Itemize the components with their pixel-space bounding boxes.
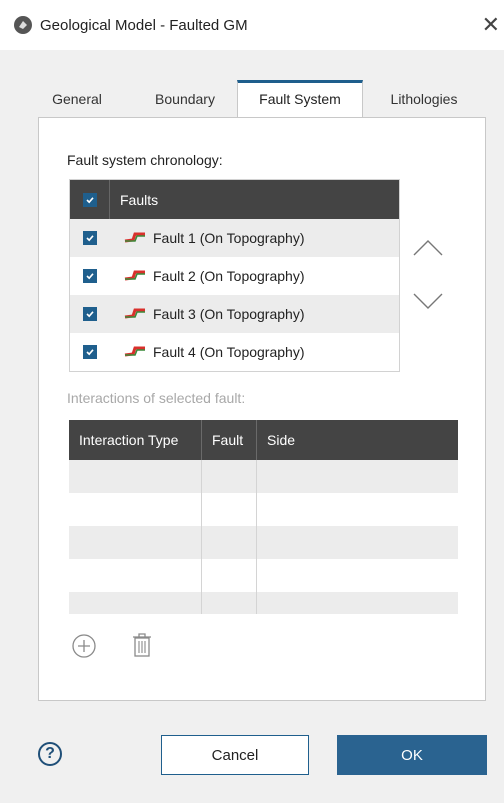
fault-row[interactable]: Fault 1 (On Topography) (70, 219, 399, 257)
interactions-label: Interactions of selected fault: (67, 390, 246, 406)
fault-row[interactable]: Fault 3 (On Topography) (70, 295, 399, 333)
table-row (69, 460, 458, 493)
fault-checkbox[interactable] (82, 269, 97, 283)
fault-chronology-label: Fault system chronology: (67, 152, 223, 168)
cancel-button[interactable]: Cancel (161, 735, 309, 775)
tab-general[interactable]: General (38, 80, 116, 116)
fault-row[interactable]: Fault 4 (On Topography) (70, 333, 399, 371)
tab-lithologies[interactable]: Lithologies (363, 80, 485, 116)
tab-bar: General Boundary Fault System Lithologie… (38, 80, 486, 118)
faults-column-header: Faults (120, 191, 159, 208)
fault-name: Fault 4 (On Topography) (153, 344, 305, 360)
fault-name: Fault 2 (On Topography) (153, 268, 305, 284)
fault-icon (124, 308, 145, 319)
fault-chronology-table: Faults Fault 1 (On Topography) Fault 2 (… (69, 179, 400, 372)
table-row (69, 559, 458, 592)
select-all-cell (70, 180, 110, 219)
window-title: Geological Model - Faulted GM (40, 16, 248, 34)
trash-icon[interactable] (131, 631, 153, 659)
fault-system-panel: Fault system chronology: Faults Fault 1 … (38, 117, 486, 701)
interactions-table-header: Interaction Type Fault Side (69, 420, 458, 460)
title-bar: Geological Model - Faulted GM ✕ (0, 0, 504, 50)
chevron-down-icon[interactable] (410, 290, 446, 314)
ok-button[interactable]: OK (337, 735, 487, 775)
interaction-type-column-header: Interaction Type (69, 420, 202, 460)
side-column-header: Side (267, 432, 296, 448)
fault-checkbox[interactable] (82, 345, 97, 359)
fault-name: Fault 1 (On Topography) (153, 230, 305, 246)
table-row (69, 493, 458, 526)
fault-column-header: Fault (202, 420, 257, 460)
fault-table-header: Faults (70, 180, 399, 219)
fault-checkbox[interactable] (82, 231, 97, 245)
app-icon (14, 16, 32, 34)
tab-fault-system[interactable]: Fault System (237, 80, 363, 118)
fault-icon (124, 232, 145, 243)
help-button[interactable]: ? (38, 742, 62, 766)
fault-icon (124, 270, 145, 281)
fault-row[interactable]: Fault 2 (On Topography) (70, 257, 399, 295)
interactions-table: Interaction Type Fault Side (69, 420, 458, 615)
chevron-up-icon[interactable] (410, 235, 446, 259)
table-row (69, 592, 458, 614)
fault-icon (124, 346, 145, 357)
table-row (69, 526, 458, 559)
fault-checkbox[interactable] (82, 307, 97, 321)
close-button[interactable]: ✕ (482, 12, 500, 38)
fault-name: Fault 3 (On Topography) (153, 306, 305, 322)
select-all-checkbox[interactable] (82, 192, 97, 207)
tab-boundary[interactable]: Boundary (134, 80, 236, 116)
add-interaction-icon[interactable] (71, 633, 97, 659)
